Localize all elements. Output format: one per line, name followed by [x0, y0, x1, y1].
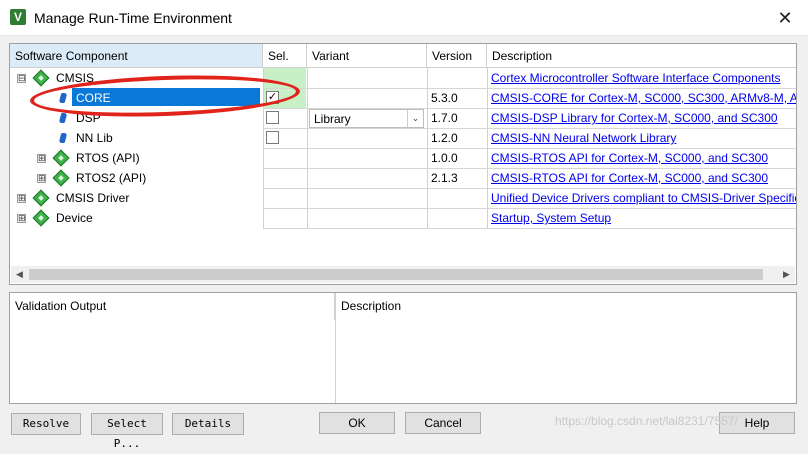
description-link[interactable]: Cortex Microcontroller Software Interfac…	[491, 68, 780, 88]
version-text: 1.7.0	[431, 111, 458, 125]
component-name: RTOS (API)	[76, 151, 140, 165]
green-gem-icon	[52, 169, 70, 187]
version-text: 1.2.0	[431, 131, 458, 145]
expand-icon[interactable]: ⊞	[17, 194, 26, 203]
details-button[interactable]: Details	[172, 413, 244, 435]
ok-button[interactable]: OK	[319, 412, 395, 434]
watermark: https://blog.csdn.net/lai8231/7557/	[555, 414, 738, 428]
description-link[interactable]: CMSIS-NN Neural Network Library	[491, 128, 676, 148]
tree-row-cmsis-driver[interactable]: ⊞ CMSIS Driver Unified Device Drivers co…	[10, 188, 796, 208]
green-gem-icon	[32, 69, 50, 87]
scroll-right-icon[interactable]: ▶	[778, 266, 795, 283]
expand-icon[interactable]: ⊞	[17, 214, 26, 223]
version-text: 1.0.0	[431, 151, 458, 165]
header-version[interactable]: Version	[427, 44, 487, 68]
description-link[interactable]: Unified Device Drivers compliant to CMSI…	[491, 188, 796, 208]
validation-panel: Validation Output Description	[9, 292, 797, 404]
component-name: NN Lib	[76, 131, 113, 145]
component-name: CMSIS Driver	[56, 191, 130, 205]
version-text: 2.1.3	[431, 171, 458, 185]
header-software-component[interactable]: Software Component	[10, 44, 263, 68]
keil-v-icon: V	[10, 9, 26, 25]
variant-value: Library	[314, 112, 351, 126]
header-description[interactable]: Description	[487, 44, 796, 68]
scroll-thumb[interactable]	[29, 269, 763, 280]
horizontal-scrollbar[interactable]: ◀ ▶	[11, 266, 795, 283]
version-text: 5.3.0	[431, 91, 458, 105]
description-link[interactable]: Startup, System Setup	[491, 208, 611, 228]
cancel-button[interactable]: Cancel	[405, 412, 481, 434]
header-sel[interactable]: Sel.	[263, 44, 307, 68]
green-gem-icon	[32, 189, 50, 207]
tree-row-nn-lib[interactable]: NN Lib 1.2.0 CMSIS-NN Neural Network Lib…	[10, 128, 796, 148]
variant-select[interactable]: Library ⌄	[309, 109, 424, 128]
green-gem-icon	[32, 209, 50, 227]
resolve-button[interactable]: Resolve	[11, 413, 81, 435]
chevron-down-icon[interactable]: ⌄	[407, 110, 423, 127]
scroll-left-icon[interactable]: ◀	[11, 266, 28, 283]
title-bar: V Manage Run-Time Environment ✕	[0, 0, 808, 36]
sel-checkbox-dsp[interactable]	[266, 111, 279, 124]
window-title: Manage Run-Time Environment	[34, 10, 232, 26]
blue-pin-icon	[58, 133, 68, 143]
tree-row-rtos2-api[interactable]: ⊞ RTOS2 (API) 2.1.3 CMSIS-RTOS API for C…	[10, 168, 796, 188]
expand-icon[interactable]: ⊞	[37, 174, 46, 183]
collapse-icon[interactable]: ⊟	[17, 74, 26, 83]
component-name: Device	[56, 211, 93, 225]
tree-row-device[interactable]: ⊞ Device Startup, System Setup	[10, 208, 796, 228]
header-validation-description[interactable]: Description	[335, 293, 796, 320]
close-button[interactable]: ✕	[770, 4, 800, 32]
green-gem-icon	[52, 149, 70, 167]
expand-icon[interactable]: ⊞	[37, 154, 46, 163]
header-variant[interactable]: Variant	[307, 44, 427, 68]
description-link[interactable]: CMSIS-DSP Library for Cortex-M, SC000, a…	[491, 108, 778, 128]
blue-pin-icon	[58, 113, 68, 123]
header-validation-output[interactable]: Validation Output	[10, 293, 335, 320]
description-link[interactable]: CMSIS-RTOS API for Cortex-M, SC000, and …	[491, 148, 768, 168]
sel-checkbox-nn-lib[interactable]	[266, 131, 279, 144]
description-link[interactable]: CMSIS-RTOS API for Cortex-M, SC000, and …	[491, 168, 768, 188]
component-name: RTOS2 (API)	[76, 171, 147, 185]
tree-row-rtos-api[interactable]: ⊞ RTOS (API) 1.0.0 CMSIS-RTOS API for Co…	[10, 148, 796, 168]
select-packs-button[interactable]: Select P...	[91, 413, 163, 450]
description-link[interactable]: CMSIS-CORE for Cortex-M, SC000, SC300, A…	[491, 88, 796, 108]
